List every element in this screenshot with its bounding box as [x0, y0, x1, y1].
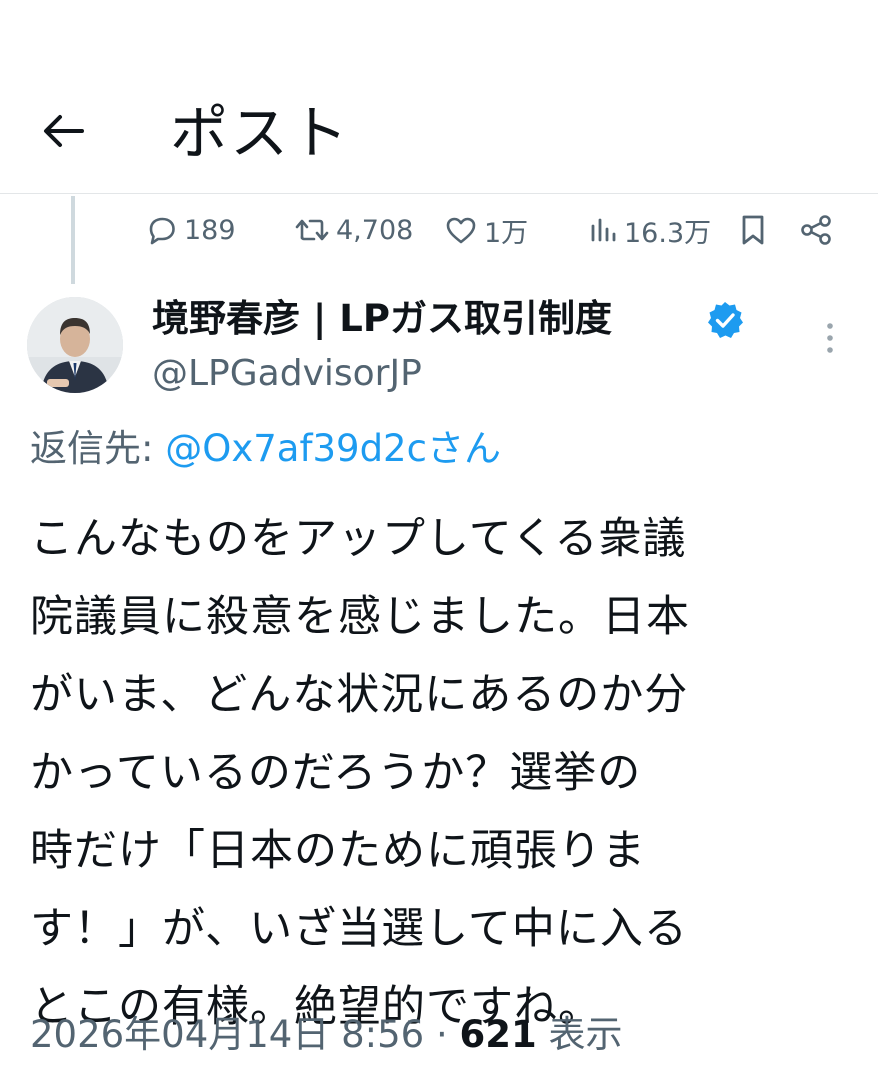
more-options-button[interactable]: [812, 318, 848, 358]
reply-button[interactable]: 189: [146, 206, 236, 254]
meta-separator: ·: [424, 1013, 460, 1056]
post-text-line: す！」が、いざ当選して中に入る: [30, 904, 688, 954]
parent-post-action-bar: 189 4,708 1万 16.3万: [0, 206, 878, 254]
share-icon: [801, 215, 831, 245]
reply-to-line: 返信先: @Ox7af39d2cさん: [30, 424, 501, 474]
arrow-left-icon: [44, 115, 84, 147]
analytics-icon: [591, 218, 616, 242]
author-name[interactable]: 境野春彦 | LPガス取引制度: [152, 294, 612, 344]
post-meta: 2026年04月14日 8:56 · 621 表示: [30, 1008, 622, 1062]
post-text-line: 院議員に殺意を感じました。日本: [30, 592, 690, 642]
bookmark-button[interactable]: [738, 206, 768, 254]
like-count: 1万: [484, 217, 529, 249]
post-text-line: 時だけ「日本のために頑張りま: [30, 826, 646, 876]
views-button[interactable]: 16.3万: [588, 206, 711, 254]
verified-badge-icon: [708, 302, 743, 338]
avatar[interactable]: [27, 297, 123, 393]
post-text-line: こんなものをアップしてくる衆議: [30, 514, 687, 564]
retweet-icon: [295, 219, 329, 241]
post-text-line: がいま、どんな状況にあるのか分: [30, 670, 689, 720]
post-text-line: かっているのだろうか？選挙の: [30, 748, 642, 798]
views-count: 16.3万: [624, 217, 712, 249]
post-timestamp[interactable]: 2026年04月14日 8:56: [30, 1013, 424, 1056]
post-text: こんなものをアップしてくる衆議 院議員に殺意を感じました。日本 がいま、どんな状…: [30, 500, 850, 1046]
author-handle[interactable]: @LPGadvisorJP: [152, 350, 422, 398]
top-bar: ポスト: [0, 0, 878, 194]
share-button[interactable]: [798, 206, 834, 254]
reply-icon: [149, 217, 175, 245]
bookmark-icon: [742, 215, 764, 245]
reply-to-mention-link[interactable]: @Ox7af39d2cさん: [165, 427, 501, 470]
retweet-button[interactable]: 4,708: [294, 206, 413, 254]
post-views-label: 表示: [536, 1013, 623, 1056]
page-title: ポスト: [170, 99, 351, 167]
profile-photo-icon: [27, 297, 123, 393]
retweet-count: 4,708: [336, 214, 414, 246]
reply-count: 189: [184, 214, 236, 246]
reply-to-prefix: 返信先:: [30, 427, 166, 470]
back-button[interactable]: [38, 105, 90, 157]
more-vertical-icon: [827, 323, 833, 353]
heart-icon: [446, 217, 476, 244]
post-views-count: 621: [459, 1013, 537, 1056]
like-button[interactable]: 1万: [444, 206, 528, 254]
